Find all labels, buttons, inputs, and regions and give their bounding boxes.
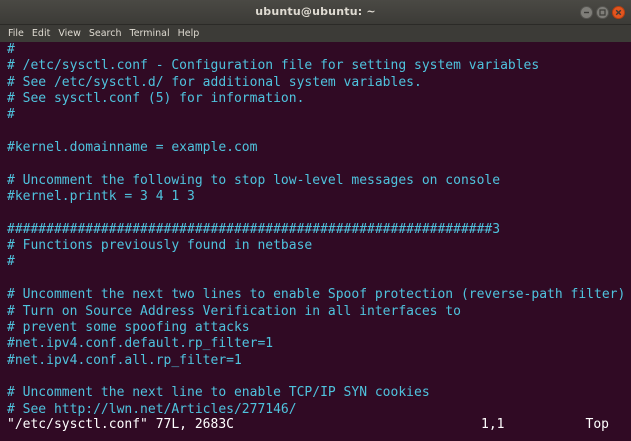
terminal-line: # (7, 254, 15, 270)
terminal-line: # Uncomment the next two lines to enable… (7, 287, 626, 303)
terminal-line: # (7, 107, 15, 123)
menu-edit[interactable]: Edit (28, 28, 54, 39)
terminal-line: # (7, 42, 15, 57)
status-scroll-position: Top (585, 417, 609, 432)
menu-terminal[interactable]: Terminal (126, 28, 174, 39)
close-icon (615, 9, 622, 16)
maximize-button[interactable] (596, 6, 609, 19)
terminal-line: ########################################… (7, 221, 501, 237)
close-button[interactable] (612, 6, 625, 19)
terminal-window: ubuntu@ubuntu: ~ File Edit View Search T… (0, 0, 631, 441)
terminal-line: # Uncomment the following to stop low-le… (7, 172, 501, 188)
terminal-line: # Turn on Source Address Verification in… (7, 303, 461, 319)
terminal-line: # Uncomment the next line to enable TCP/… (7, 385, 430, 401)
terminal-line: # prevent some spoofing attacks (7, 319, 250, 335)
status-cursor-position: 1,1 (481, 417, 505, 432)
terminal-line: # See /etc/sysctl.d/ for additional syst… (7, 74, 422, 90)
menu-view[interactable]: View (54, 28, 85, 39)
vim-status-line: "/etc/sysctl.conf" 77L, 2683C 1,1 Top (7, 417, 609, 433)
terminal-text-area[interactable]: # # /etc/sysctl.conf - Configuration file… (0, 42, 631, 441)
window-title: ubuntu@ubuntu: ~ (255, 5, 376, 18)
terminal-line: # /etc/sysctl.conf - Configuration file … (7, 58, 540, 74)
minimize-button[interactable] (580, 6, 593, 19)
terminal-line: #net.ipv4.conf.all.rp_filter=1 (7, 352, 242, 368)
terminal-line: # Functions previously found in netbase (7, 238, 313, 254)
terminal-line: # See http://lwn.net/Articles/277146/ (7, 401, 297, 417)
menu-search[interactable]: Search (85, 28, 126, 39)
terminal-line: #kernel.domainname = example.com (7, 140, 258, 156)
menu-file[interactable]: File (4, 28, 28, 39)
window-controls (580, 6, 625, 19)
title-bar[interactable]: ubuntu@ubuntu: ~ (0, 0, 631, 25)
terminal-line: # See sysctl.conf (5) for information. (7, 91, 305, 107)
maximize-icon (599, 9, 606, 16)
minimize-icon (584, 11, 589, 14)
terminal-line: #kernel.printk = 3 4 1 3 (7, 189, 195, 205)
terminal-line: #net.ipv4.conf.default.rp_filter=1 (7, 336, 274, 352)
menu-bar: File Edit View Search Terminal Help (0, 25, 631, 42)
status-file-info: "/etc/sysctl.conf" 77L, 2683C (7, 417, 234, 432)
menu-help[interactable]: Help (174, 28, 204, 39)
